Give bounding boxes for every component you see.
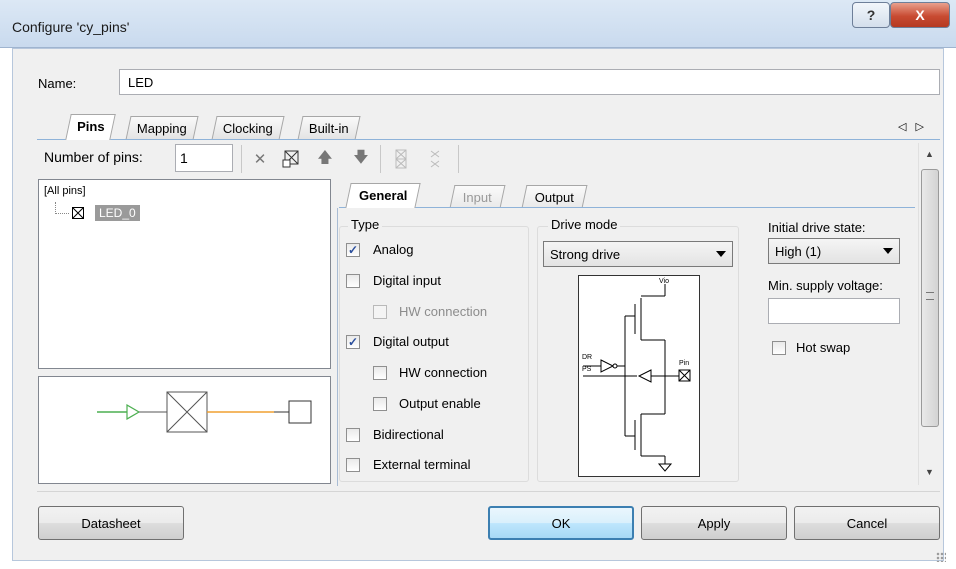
symbol-preview: [38, 376, 331, 484]
name-label: Name:: [38, 76, 77, 91]
tab-general[interactable]: General: [345, 183, 422, 208]
toolbar-separator: [458, 145, 459, 173]
ok-button[interactable]: OK: [488, 506, 634, 540]
move-up-icon[interactable]: 🡅: [314, 148, 336, 170]
external-terminal-checkbox[interactable]: [346, 458, 360, 472]
cancel-button[interactable]: Cancel: [794, 506, 940, 540]
min-supply-voltage-input[interactable]: [768, 298, 900, 324]
num-pins-label: Number of pins:: [44, 149, 143, 165]
tree-root-all-pins[interactable]: [All pins]: [44, 185, 86, 197]
output-hw-connection-checkbox[interactable]: [373, 366, 387, 380]
dr-label: DR: [582, 354, 593, 361]
external-terminal-label: External terminal: [373, 457, 471, 472]
output-hw-connection-label: HW connection: [399, 365, 488, 380]
window-title: Configure 'cy_pins': [12, 19, 130, 35]
tab-output[interactable]: Output: [521, 185, 588, 208]
digital-output-label: Digital output: [373, 334, 449, 349]
datasheet-button[interactable]: Datasheet: [38, 506, 184, 540]
analog-checkbox[interactable]: ✓: [346, 243, 360, 257]
name-input[interactable]: [119, 69, 940, 95]
bidirectional-checkbox[interactable]: [346, 428, 360, 442]
initial-drive-state-dropdown[interactable]: High (1): [768, 238, 900, 264]
resize-grip-icon[interactable]: [936, 552, 946, 562]
grip-icon: [926, 292, 934, 300]
title-bar: [0, 0, 956, 48]
tree-connector: [55, 202, 69, 214]
pin-tree: [All pins] LED_0: [38, 179, 331, 369]
drive-mode-label: Drive mode: [548, 217, 621, 232]
tree-item-led-0[interactable]: LED_0: [95, 205, 140, 221]
output-enable-checkbox[interactable]: [373, 397, 387, 411]
ps-label: PS: [582, 366, 592, 373]
drive-mode-value: Strong drive: [550, 247, 621, 262]
scrollbar-thumb[interactable]: [921, 169, 939, 427]
button-separator: [37, 491, 940, 492]
drive-mode-diagram: Vio DR PS Pin: [578, 275, 700, 477]
pin-symbol-icon: [97, 391, 312, 433]
pins-spanning-icon[interactable]: [424, 148, 446, 170]
type-group: [339, 226, 529, 482]
initial-drive-state-label: Initial drive state:: [768, 220, 866, 235]
toolbar-separator: [241, 145, 242, 173]
tab-mapping[interactable]: Mapping: [125, 116, 199, 140]
pins-contiguous-icon[interactable]: [390, 148, 412, 170]
scroll-up-icon[interactable]: ▲: [925, 149, 934, 159]
vio-label: Vio: [659, 278, 669, 285]
input-hw-connection-label: HW connection: [399, 304, 488, 319]
digital-input-label: Digital input: [373, 273, 441, 288]
tab-scroll-arrows[interactable]: ◁ ▷: [898, 120, 927, 133]
type-group-label: Type: [348, 217, 383, 232]
tab-clocking[interactable]: Clocking: [211, 116, 285, 140]
input-hw-connection-checkbox[interactable]: [373, 305, 387, 319]
toolbar-separator: [380, 145, 381, 173]
output-enable-label: Output enable: [399, 396, 481, 411]
analog-label: Analog: [373, 242, 414, 257]
tab-input[interactable]: Input: [449, 185, 506, 208]
tab-divider: [37, 139, 940, 140]
apply-button[interactable]: Apply: [641, 506, 787, 540]
digital-output-checkbox[interactable]: ✓: [346, 335, 360, 349]
chevron-down-icon: [716, 251, 726, 257]
drive-mode-dropdown[interactable]: Strong drive: [543, 241, 733, 267]
bidirectional-label: Bidirectional: [373, 427, 444, 442]
num-pins-input[interactable]: [175, 144, 233, 172]
move-down-icon[interactable]: 🡇: [350, 148, 372, 170]
close-button[interactable]: X: [890, 2, 950, 28]
initial-drive-state-value: High (1): [775, 244, 822, 259]
hot-swap-checkbox[interactable]: [772, 341, 786, 355]
delete-icon[interactable]: ✕: [249, 148, 271, 170]
help-button[interactable]: ?: [852, 2, 890, 28]
hot-swap-label: Hot swap: [796, 340, 851, 355]
pin-box-icon: [72, 207, 84, 219]
tab-pins[interactable]: Pins: [65, 114, 117, 140]
digital-input-checkbox[interactable]: [346, 274, 360, 288]
vertical-scrollbar[interactable]: ▲ ▼: [918, 143, 940, 485]
pin-properties-icon[interactable]: [280, 148, 302, 170]
min-supply-voltage-label: Min. supply voltage:: [768, 278, 883, 293]
scroll-down-icon[interactable]: ▼: [925, 467, 934, 477]
pin-label: Pin: [679, 360, 690, 367]
tab-built-in[interactable]: Built-in: [297, 116, 361, 140]
chevron-down-icon: [883, 248, 893, 254]
